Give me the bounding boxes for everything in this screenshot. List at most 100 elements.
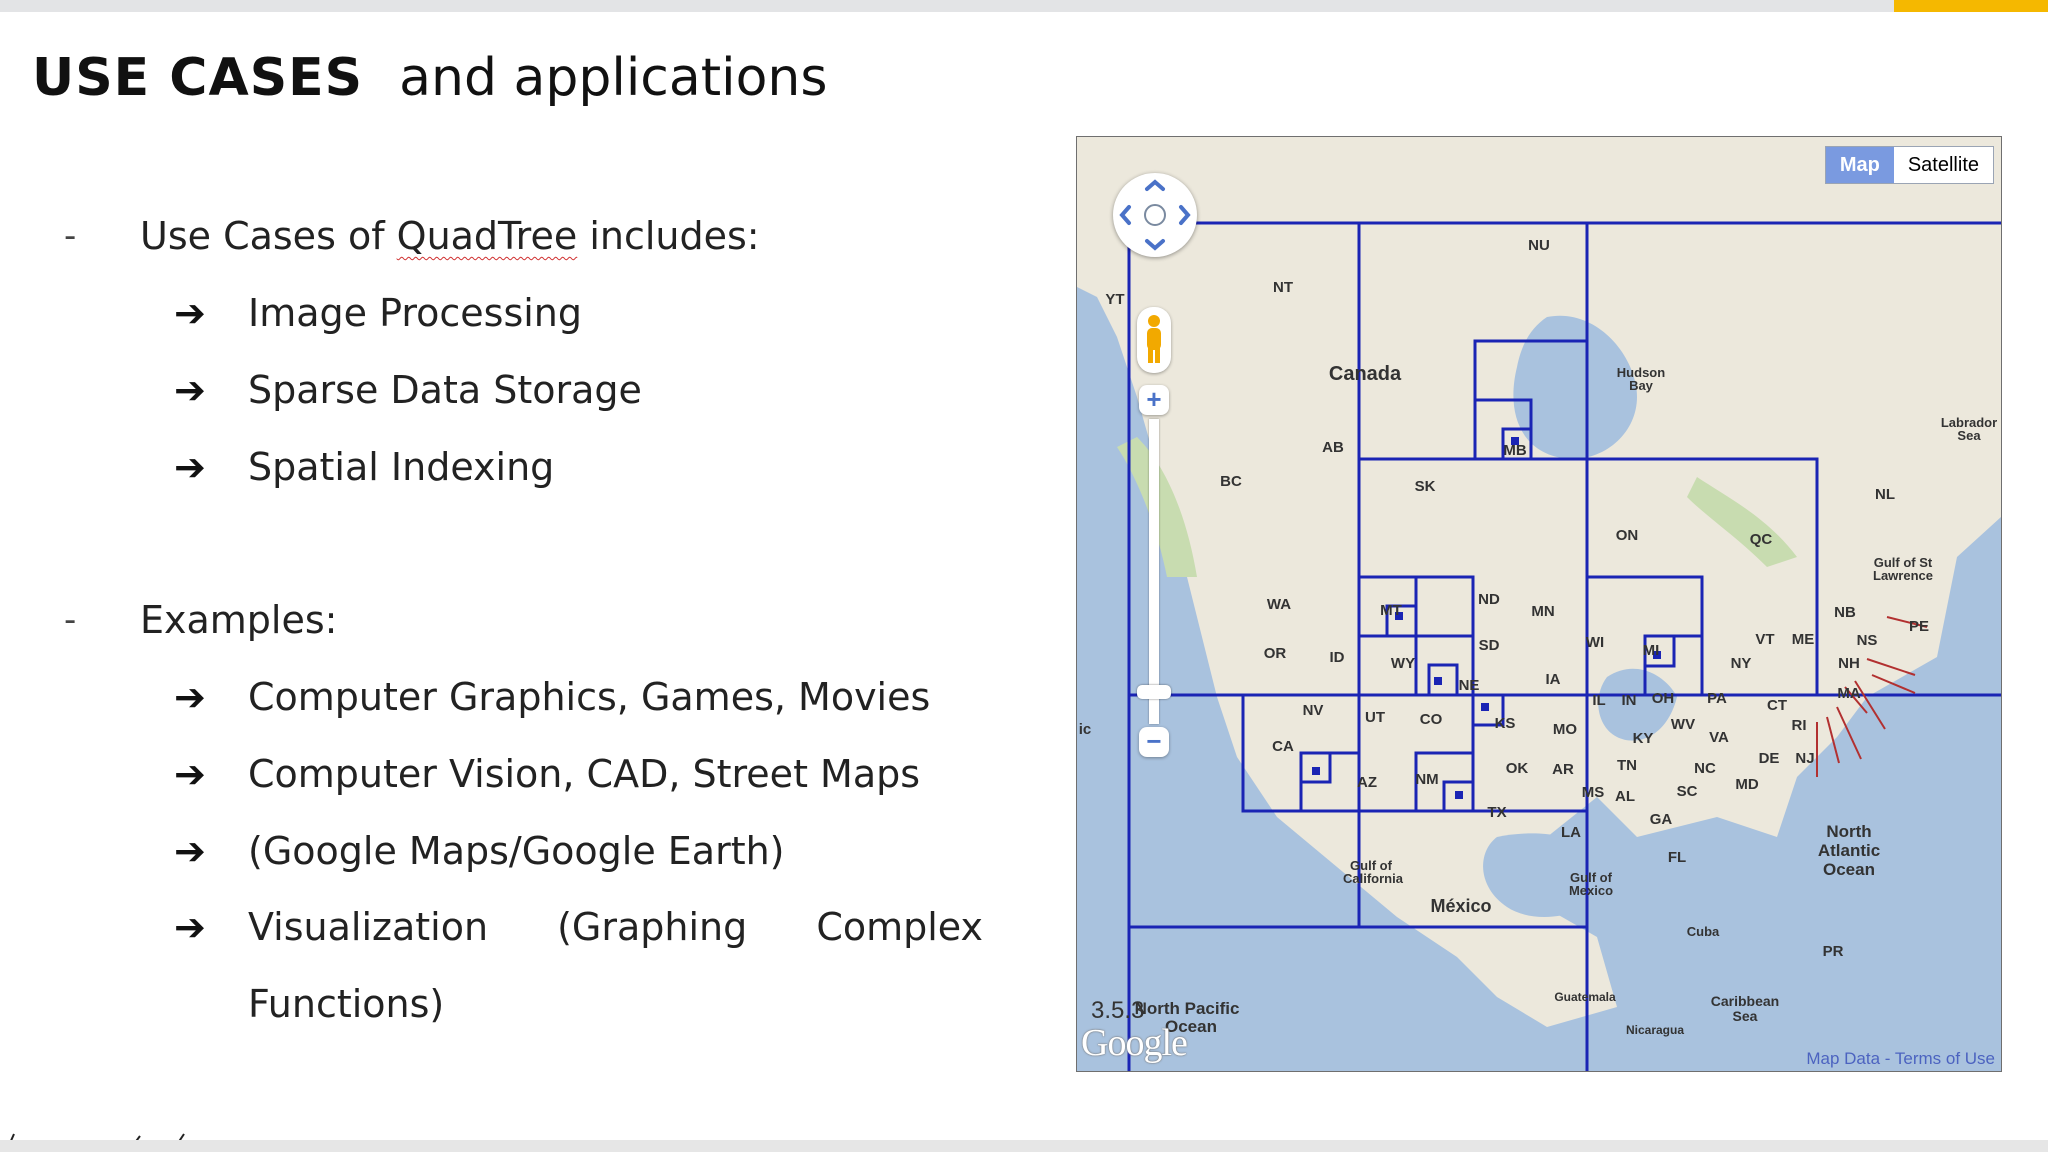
map-label: WY: [1391, 655, 1415, 672]
arrow-icon: ➔: [174, 675, 206, 719]
map-label: ND: [1478, 591, 1500, 608]
map-label: Caribbean: [1711, 993, 1779, 1009]
map-label: DE: [1759, 750, 1780, 767]
map-label: Ocean: [1823, 860, 1875, 879]
map-label: TX: [1487, 804, 1506, 821]
map-label: KS: [1495, 715, 1516, 732]
map-label: KY: [1633, 730, 1654, 747]
map-label: Guatemala: [1554, 990, 1616, 1004]
heading-suffix: includes:: [577, 214, 760, 258]
arrow-icon: ➔: [174, 752, 206, 796]
map-label: MS: [1582, 784, 1605, 801]
map-label: MB: [1503, 442, 1526, 459]
arrow-icon: ➔: [174, 905, 206, 949]
bullet-dash: -: [64, 600, 77, 640]
map-label: Sea: [1957, 428, 1981, 443]
zoom-slider-track[interactable]: [1149, 419, 1159, 724]
map-label: México: [1430, 896, 1491, 916]
pan-control[interactable]: [1113, 173, 1197, 257]
example-item: Computer Graphics, Games, Movies: [248, 675, 931, 719]
top-bar: [0, 0, 2048, 12]
map-label: AL: [1615, 788, 1635, 805]
map-label: Nicaragua: [1626, 1023, 1684, 1037]
map-label: IN: [1622, 692, 1637, 709]
arrow-icon: ➔: [174, 445, 206, 489]
street-view-pegman[interactable]: [1137, 307, 1171, 373]
map-label: MI: [1643, 642, 1660, 659]
visualization-word: Visualization: [248, 905, 489, 949]
map-label: NU: [1528, 237, 1550, 254]
map-label: SC: [1677, 783, 1698, 800]
map-label: NJ: [1795, 750, 1814, 767]
use-case-item: Spatial Indexing: [248, 445, 555, 489]
map-label: ID: [1330, 649, 1345, 666]
bullet-dash: -: [64, 216, 77, 256]
map-canvas: NU NT YT Canada Hudson Bay Labrador Sea …: [1077, 137, 2001, 1071]
map-label: California: [1343, 871, 1404, 886]
arrow-icon: ➔: [174, 291, 206, 335]
quadtree-point: [1434, 677, 1442, 685]
zoom-slider-thumb[interactable]: [1137, 685, 1171, 699]
pan-arrows-icon: [1119, 179, 1191, 251]
use-case-item: Sparse Data Storage: [248, 368, 642, 412]
map-label: Atlantic: [1818, 841, 1880, 860]
map-label: ME: [1792, 631, 1815, 648]
map-label: OR: [1264, 645, 1287, 662]
map-label: Sea: [1733, 1008, 1758, 1024]
example-item: Computer Vision, CAD, Street Maps: [248, 752, 921, 796]
visualization-continued: Functions): [248, 982, 445, 1026]
map-label: AB: [1322, 439, 1344, 456]
zoom-out-button[interactable]: −: [1139, 727, 1169, 757]
map-label: NM: [1415, 771, 1438, 788]
map-view-button[interactable]: Map: [1825, 147, 1894, 183]
zoom-in-button[interactable]: +: [1139, 385, 1169, 415]
quadtree-point: [1455, 791, 1463, 799]
title-bold: USE CASES: [32, 48, 364, 108]
pan-left-icon[interactable]: [1119, 205, 1131, 225]
map-label: AR: [1552, 761, 1574, 778]
map-label: CT: [1767, 697, 1787, 714]
use-case-item: Image Processing: [248, 291, 583, 335]
slide-title: USE CASES and applications: [32, 48, 827, 108]
top-bar-accent: [1894, 0, 2048, 12]
map-label: TN: [1617, 757, 1637, 774]
map-label: PE: [1909, 618, 1929, 635]
map-label: PA: [1707, 690, 1727, 707]
map-label: NB: [1834, 604, 1856, 621]
map-label: RI: [1792, 717, 1807, 734]
map-label: Cuba: [1687, 924, 1720, 939]
map-label: PR: [1823, 943, 1844, 960]
use-cases-heading: Use Cases of QuadTree includes:: [140, 214, 760, 258]
heading-prefix: Use Cases of: [140, 214, 397, 258]
map-label: BC: [1220, 473, 1242, 490]
map-label: LA: [1561, 824, 1581, 841]
map-label: North Pacific: [1135, 999, 1240, 1018]
map-label: GA: [1650, 811, 1673, 828]
map-label: WV: [1671, 716, 1695, 733]
map-label: MN: [1531, 603, 1554, 620]
quadtree-map[interactable]: NU NT YT Canada Hudson Bay Labrador Sea …: [1076, 136, 2002, 1072]
map-label: QC: [1750, 531, 1773, 548]
map-label: NL: [1875, 486, 1895, 503]
arrow-icon: ➔: [174, 829, 206, 873]
map-label: OK: [1506, 760, 1529, 777]
map-label: NT: [1273, 279, 1293, 296]
map-label: OH: [1652, 690, 1675, 707]
map-label: CA: [1272, 738, 1294, 755]
map-label: IA: [1546, 671, 1561, 688]
map-label: WA: [1267, 596, 1291, 613]
map-label: WI: [1586, 634, 1604, 651]
quadtree-point: [1312, 767, 1320, 775]
map-label: NC: [1694, 760, 1716, 777]
pan-down-icon[interactable]: [1145, 239, 1165, 251]
map-label: SK: [1415, 478, 1436, 495]
map-label: MA: [1837, 685, 1860, 702]
pan-right-icon[interactable]: [1179, 205, 1191, 225]
map-label: AZ: [1357, 774, 1377, 791]
satellite-view-button[interactable]: Satellite: [1893, 147, 1993, 183]
terms-of-use-link[interactable]: Map Data - Terms of Use: [1806, 1049, 1995, 1069]
pan-up-icon[interactable]: [1145, 179, 1165, 191]
map-label: NS: [1857, 632, 1878, 649]
google-logo[interactable]: Google: [1081, 1021, 1188, 1065]
map-label: IL: [1592, 692, 1605, 709]
